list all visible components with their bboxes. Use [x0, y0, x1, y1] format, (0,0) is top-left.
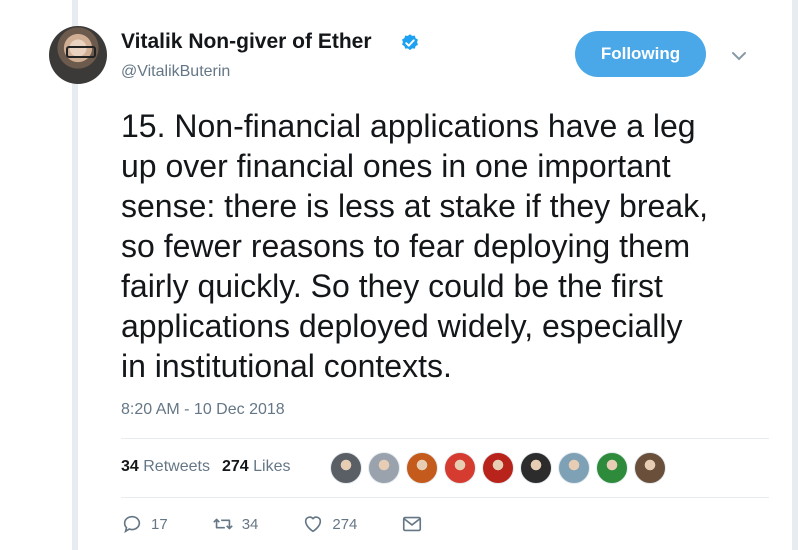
stats-bottom-divider: [121, 497, 769, 498]
liker-avatar[interactable]: [482, 452, 514, 484]
liker-avatar[interactable]: [406, 452, 438, 484]
liker-avatar[interactable]: [330, 452, 362, 484]
retweet-icon: [212, 518, 233, 530]
liker-avatars: [330, 452, 672, 484]
tweet-actions: 17 34 274: [121, 513, 467, 535]
likes-label: Likes: [253, 458, 291, 475]
retweets-count: 34: [121, 458, 139, 475]
likes-stat[interactable]: 274 Likes: [222, 458, 291, 476]
engagement-stats: 34 Retweets 274 Likes: [121, 458, 290, 476]
author-avatar[interactable]: [49, 26, 107, 84]
verified-badge-icon: [402, 34, 418, 51]
reply-count: 17: [151, 515, 168, 533]
like-count: 274: [332, 515, 358, 533]
stats-top-divider: [121, 438, 769, 439]
liker-avatar[interactable]: [596, 452, 628, 484]
author-name[interactable]: Vitalik Non-giver of Ether: [121, 30, 372, 54]
tweet-text: 15. Non-financial applications have a le…: [121, 108, 708, 384]
liker-avatar[interactable]: [558, 452, 590, 484]
reply-icon: [123, 515, 141, 534]
retweet-count: 34: [241, 515, 259, 533]
liker-avatar[interactable]: [634, 452, 666, 484]
tweet-timestamp[interactable]: 8:20 AM - 10 Dec 2018: [121, 401, 285, 419]
envelope-icon: [403, 516, 422, 532]
likes-count: 274: [221, 458, 249, 475]
heart-icon: [305, 516, 322, 533]
following-button[interactable]: Following: [575, 31, 706, 77]
retweets-label: Retweets: [143, 458, 210, 475]
liker-avatar[interactable]: [520, 452, 552, 484]
like-action[interactable]: 274: [302, 513, 357, 535]
direct-message-action[interactable]: [401, 513, 423, 535]
author-handle[interactable]: @VitalikButerin: [121, 63, 230, 81]
reply-action[interactable]: 17: [121, 513, 168, 535]
liker-avatar[interactable]: [368, 452, 400, 484]
chevron-down-icon[interactable]: [731, 50, 747, 62]
avatar-glasses-detail: [66, 46, 96, 58]
retweet-action[interactable]: 34: [212, 513, 259, 535]
liker-avatar[interactable]: [444, 452, 476, 484]
retweets-stat[interactable]: 34 Retweets: [121, 458, 210, 476]
timeline-right-border: [792, 0, 798, 550]
